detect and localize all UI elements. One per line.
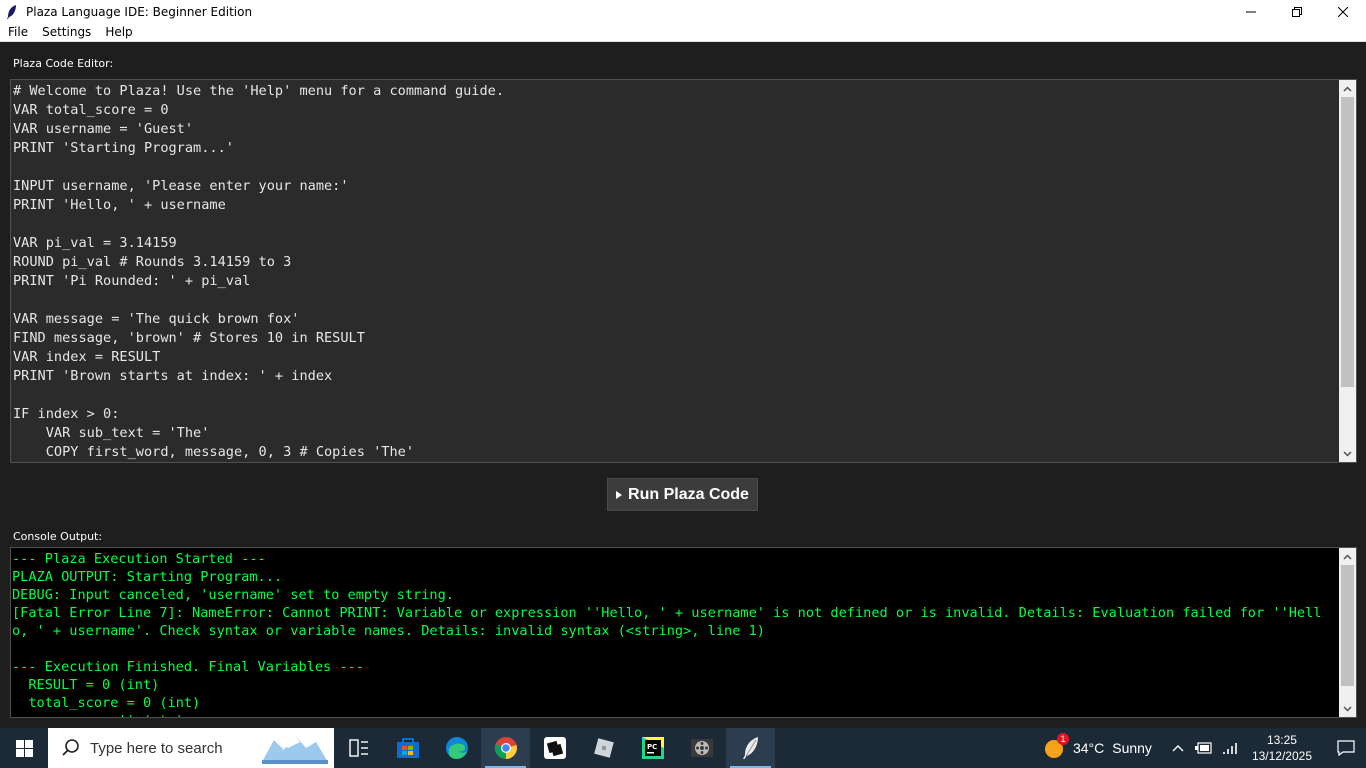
weather-temperature: 34°C (1072, 740, 1105, 756)
taskbar-plaza-ide[interactable] (726, 728, 775, 768)
notification-icon (1337, 740, 1355, 756)
search-icon (62, 739, 79, 756)
taskbar-microsoft-store[interactable] (383, 728, 432, 768)
search-placeholder: Type here to search (90, 739, 223, 757)
console-scroll-up-button[interactable] (1339, 548, 1356, 565)
chevron-up-icon[interactable] (1172, 744, 1184, 752)
menu-file[interactable]: File (0, 25, 35, 39)
run-code-button[interactable]: Run Plaza Code (607, 478, 758, 511)
editor-scrollbar[interactable] (1339, 80, 1356, 462)
scroll-up-button[interactable] (1339, 80, 1356, 97)
edge-browser-icon (445, 737, 468, 759)
code-editor[interactable]: # Welcome to Plaza! Use the 'Help' menu … (10, 79, 1357, 463)
search-highlight-art-icon (262, 734, 328, 764)
film-reel-icon (690, 739, 713, 757)
feather-icon (742, 737, 758, 759)
chevron-down-icon (1343, 705, 1352, 712)
svg-text:PC: PC (647, 743, 657, 751)
chevron-up-icon (1343, 85, 1352, 92)
taskbar-clock[interactable]: 13:25 13/12/2025 (1252, 732, 1312, 764)
windows-logo-icon (15, 739, 33, 757)
chrome-browser-icon (494, 737, 517, 760)
menu-settings[interactable]: Settings (35, 25, 98, 39)
system-tray: 1 34°C Sunny 13:25 13/12/2025 (1043, 728, 1366, 768)
close-button[interactable] (1320, 0, 1366, 23)
editor-scroll-thumb[interactable] (1341, 97, 1354, 387)
taskbar-chrome[interactable] (481, 728, 530, 768)
minimize-button[interactable] (1228, 0, 1274, 23)
code-editor-text[interactable]: # Welcome to Plaza! Use the 'Help' menu … (13, 82, 1338, 462)
tray-icons (1172, 741, 1238, 755)
roblox-studio-icon (543, 737, 566, 759)
notification-center-button[interactable] (1326, 740, 1366, 756)
run-button-label: Run Plaza Code (628, 485, 749, 503)
taskbar-media-player[interactable] (677, 728, 726, 768)
taskbar-search-box[interactable]: Type here to search (48, 728, 334, 768)
sun-icon: 1 (1043, 733, 1069, 759)
window-title: Plaza Language IDE: Beginner Edition (26, 4, 253, 19)
title-bar: Plaza Language IDE: Beginner Edition (0, 0, 1366, 23)
taskbar-task-view[interactable] (334, 728, 383, 768)
clock-time: 13:25 (1266, 733, 1297, 747)
console-scroll-thumb[interactable] (1341, 565, 1354, 686)
scroll-down-button[interactable] (1339, 445, 1356, 462)
console-output[interactable]: --- Plaza Execution Started --- PLAZA OU… (10, 547, 1357, 718)
task-view-icon (348, 739, 368, 757)
menu-bar: File Settings Help (0, 23, 1366, 42)
taskbar-pycharm[interactable]: PC (628, 728, 677, 768)
weather-condition: Sunny (1112, 740, 1152, 756)
battery-icon[interactable] (1194, 741, 1212, 755)
chevron-up-icon (1343, 553, 1352, 560)
restore-button[interactable] (1274, 0, 1320, 23)
start-button[interactable] (0, 728, 48, 768)
feather-icon (7, 4, 16, 19)
chevron-down-icon (1343, 450, 1352, 457)
taskbar-roblox-studio[interactable] (530, 728, 579, 768)
console-scroll-down-button[interactable] (1339, 700, 1356, 717)
weather-widget[interactable]: 1 34°C Sunny (1043, 733, 1152, 759)
microsoft-store-icon (396, 738, 419, 758)
wifi-icon[interactable] (1222, 741, 1238, 755)
clock-date: 13/12/2025 (1251, 749, 1312, 763)
console-label: Console Output: (13, 530, 103, 543)
window-controls (1228, 0, 1366, 23)
editor-label: Plaza Code Editor: (13, 57, 114, 70)
console-scrollbar[interactable] (1339, 548, 1356, 717)
weather-alert-badge: 1 (1056, 733, 1069, 745)
play-icon (616, 490, 623, 499)
restore-icon (1292, 6, 1302, 17)
console-output-text: --- Plaza Execution Started --- PLAZA OU… (12, 551, 1322, 717)
taskbar-roblox[interactable] (579, 728, 628, 768)
roblox-icon (593, 738, 614, 758)
minimize-icon (1246, 11, 1256, 12)
taskbar: Type here to search PC 1 34°C Sunny 13:2… (0, 728, 1366, 768)
taskbar-edge[interactable] (432, 728, 481, 768)
close-icon (1338, 6, 1348, 17)
pycharm-icon: PC (641, 737, 664, 759)
menu-help[interactable]: Help (98, 25, 139, 39)
